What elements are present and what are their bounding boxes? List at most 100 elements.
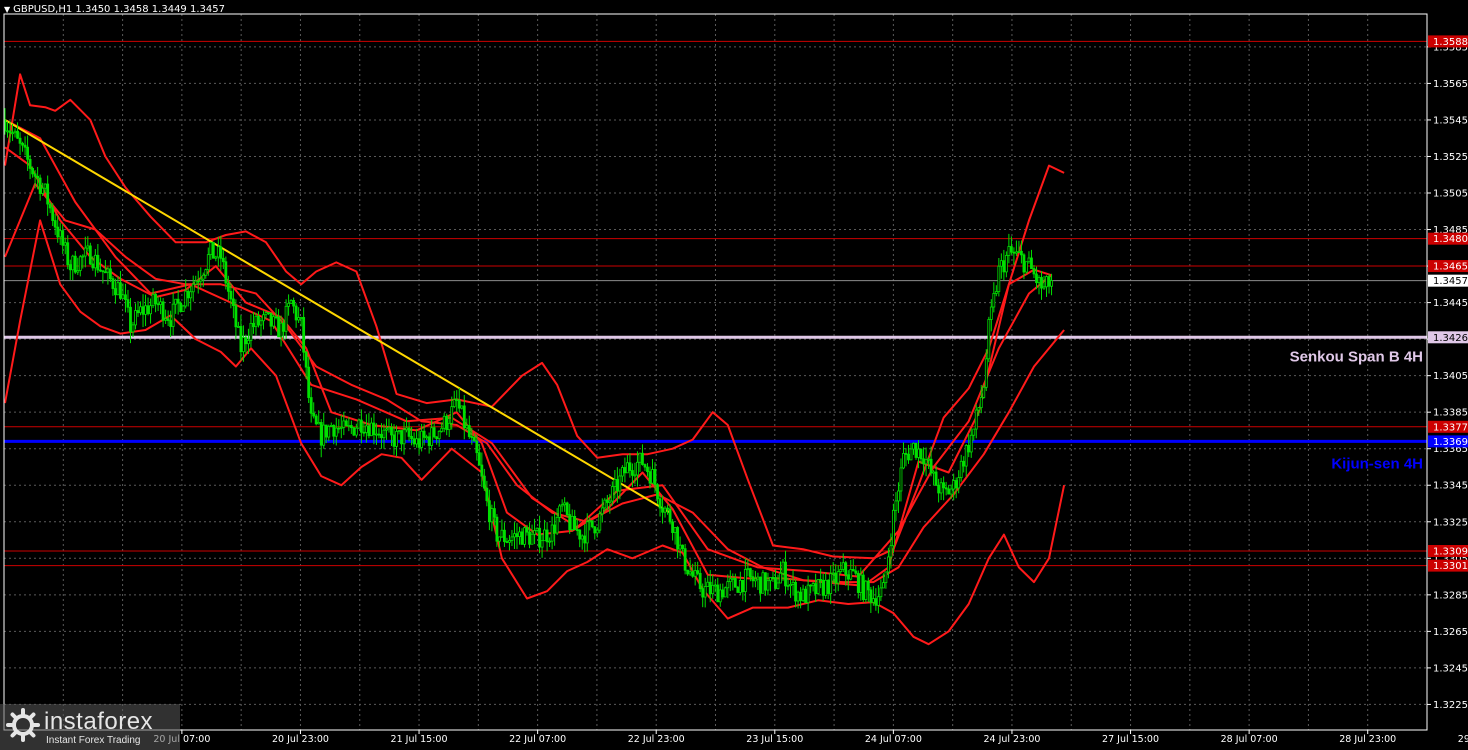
candle (292, 297, 296, 314)
candle (580, 534, 584, 550)
candle-body (781, 561, 785, 574)
candle-body (487, 500, 491, 523)
candle-body (523, 527, 526, 545)
candle-body (836, 571, 840, 584)
candle-body (641, 452, 644, 465)
candle (999, 253, 1003, 279)
candle-body (492, 508, 496, 518)
candle (395, 425, 398, 457)
candle-body (121, 294, 125, 299)
candle-body (879, 587, 883, 598)
candle-body (462, 405, 466, 429)
candle-body (711, 584, 715, 595)
chart-header: ▼ GBPUSD,H1 1.3450 1.3458 1.3449 1.3457 (4, 4, 225, 15)
candle (347, 417, 351, 432)
candle-body (861, 574, 865, 600)
candle-body (277, 316, 280, 338)
candle-body (362, 431, 366, 434)
candle-body (844, 562, 848, 576)
trendline-layer (4, 119, 671, 514)
candle-body (979, 397, 983, 409)
candle-body (231, 298, 235, 306)
candle (861, 569, 865, 603)
candle-body (583, 535, 587, 544)
candle-body (759, 576, 762, 594)
candle (756, 572, 760, 591)
y-tick-label: 1.3385 (1433, 408, 1468, 419)
candle (126, 289, 130, 313)
candle (721, 583, 725, 600)
candle-body (518, 531, 521, 538)
candle-body (314, 415, 318, 425)
candle-body (656, 484, 659, 500)
candle-body (829, 573, 833, 594)
candle (520, 528, 524, 545)
candle (829, 565, 833, 605)
candle (969, 428, 973, 458)
candle-body (332, 424, 336, 437)
candle-body (927, 458, 930, 461)
candle-body (671, 521, 674, 533)
candle-body (475, 440, 479, 454)
candle-body (666, 507, 669, 510)
candle (776, 574, 780, 590)
candle (864, 579, 868, 603)
watermark-tagline: Instant Forex Trading (46, 735, 141, 746)
x-tick-label: 22 Jul 07:00 (509, 734, 566, 745)
candle-body (967, 445, 971, 453)
dropdown-triangle-icon[interactable]: ▼ (4, 5, 10, 14)
x-tick-label: 21 Jul 15:00 (391, 734, 448, 745)
candle (46, 175, 50, 216)
candle (53, 213, 57, 235)
candle-body (871, 598, 875, 603)
candle-body (239, 326, 243, 353)
candle (249, 314, 253, 348)
candle-body (430, 427, 434, 446)
candle-body (937, 484, 941, 494)
candle-body (21, 142, 24, 146)
candle (560, 499, 564, 512)
candle-body (191, 283, 195, 293)
candle (804, 586, 807, 604)
candle-body (892, 509, 895, 547)
candle (912, 442, 915, 455)
candle (432, 422, 436, 439)
candle-body (668, 508, 672, 523)
candle (543, 519, 546, 542)
candle (726, 574, 730, 599)
candle-body (761, 572, 765, 594)
candle-body (789, 584, 792, 586)
candle-body (485, 487, 489, 502)
candle-body (442, 415, 446, 429)
candle (967, 433, 971, 458)
candle (412, 432, 416, 448)
candle (1040, 271, 1043, 300)
candle (139, 301, 142, 316)
candle-body (385, 428, 388, 431)
candle (28, 155, 32, 180)
y-tick-label: 1.3325 (1433, 517, 1468, 528)
candle-body (146, 305, 150, 315)
candle (824, 572, 828, 599)
price-chart[interactable]: 1.32251.32451.32651.32851.33051.33251.33… (0, 0, 1468, 750)
x-tick-label: 23 Jul 15:00 (746, 734, 803, 745)
candle (119, 270, 122, 301)
candle (287, 294, 290, 316)
candle-body (703, 586, 707, 598)
candle-body (482, 475, 486, 489)
candle (590, 520, 594, 529)
candle-body (1027, 257, 1031, 263)
candle-body (538, 527, 541, 548)
candle (151, 288, 155, 309)
candle (1032, 265, 1036, 279)
candle-body (309, 397, 313, 414)
candle-body (520, 531, 524, 545)
candle (671, 519, 674, 541)
candle-body (794, 581, 797, 602)
candle-body (578, 529, 582, 540)
candle-body (706, 581, 710, 587)
candle (565, 501, 569, 517)
candle-body (31, 168, 35, 175)
candle-body (259, 320, 263, 326)
candle (179, 301, 183, 313)
